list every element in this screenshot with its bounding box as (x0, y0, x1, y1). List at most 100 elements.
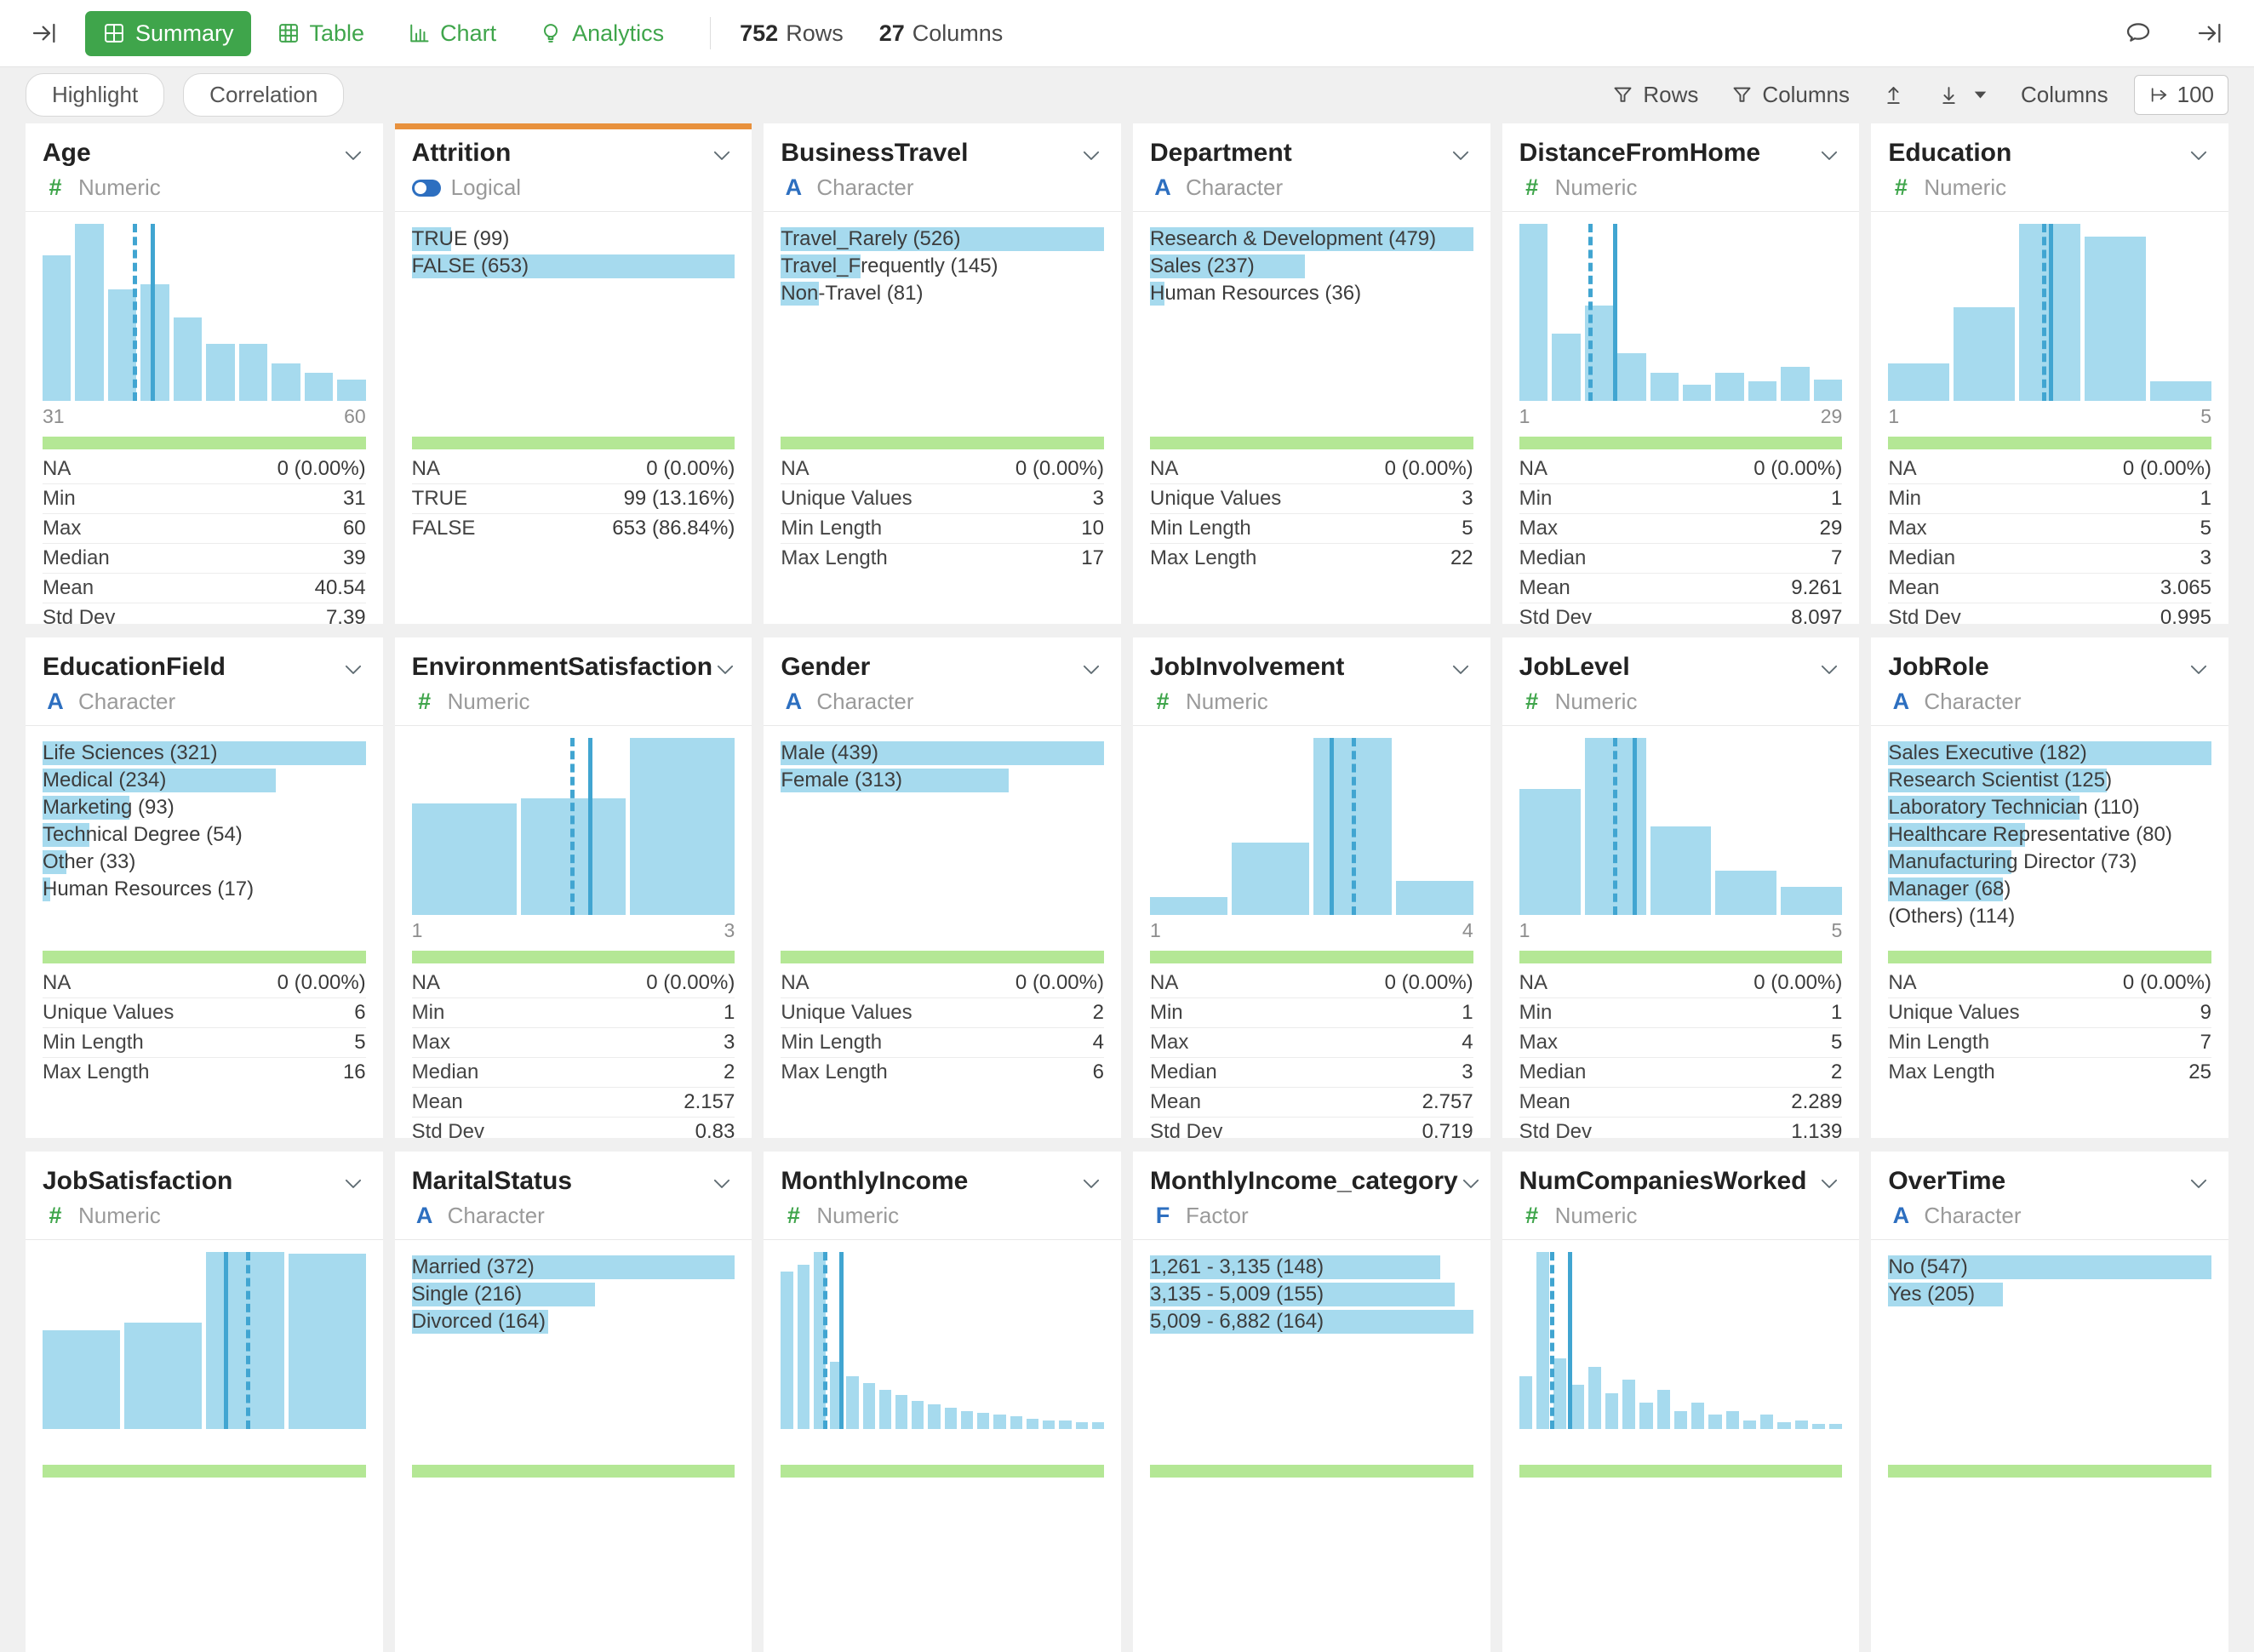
summary-subtoolbar: Highlight Correlation Rows Columns Colum… (0, 67, 2254, 122)
stat-row: Max4 (1150, 1028, 1473, 1058)
tab-analytics[interactable]: Analytics (522, 11, 681, 56)
column-card-jobsatisfaction[interactable]: JobSatisfaction#Numeric (26, 1152, 383, 1652)
chevron-down-icon[interactable] (709, 1170, 735, 1196)
numeric-type-icon: # (781, 1203, 806, 1229)
stat-value: 0 (0.00%) (1753, 457, 1842, 481)
collapse-right-panel-button[interactable] (2191, 14, 2228, 52)
column-card-overtime[interactable]: OverTimeACharacterNo (547)Yes (205) (1871, 1152, 2228, 1652)
category-row: Other (33) (43, 850, 366, 874)
category-label: Yes (205) (1888, 1283, 1975, 1306)
chevron-down-icon[interactable] (709, 142, 735, 168)
category-label: (Others) (114) (1888, 905, 2015, 929)
histogram-bar (895, 1395, 907, 1429)
category-row: Travel_Frequently (145) (781, 254, 1104, 278)
column-card-environmentsatisfaction[interactable]: EnvironmentSatisfaction#Numeric13NA0 (0.… (395, 637, 752, 1138)
category-list: No (547)Yes (205) (1888, 1255, 2211, 1306)
column-card-monthlyincome_category[interactable]: MonthlyIncome_categoryFFactor1,261 - 3,1… (1133, 1152, 1490, 1652)
histogram-bar (272, 363, 300, 401)
histogram-bar (1812, 1424, 1825, 1429)
stat-label: NA (781, 457, 809, 481)
column-card-attrition[interactable]: AttritionLogicalTRUE (99)FALSE (653)NA0 … (395, 123, 752, 624)
chevron-down-icon[interactable] (2186, 142, 2211, 168)
columns-limit-box[interactable]: 100 (2134, 75, 2228, 115)
valid-percent-bar (1150, 951, 1473, 963)
stat-label: Min Length (781, 1031, 882, 1055)
histogram-bar (337, 380, 365, 401)
column-card-gender[interactable]: GenderACharacterMale (439)Female (313)NA… (764, 637, 1121, 1138)
column-title: MonthlyIncome_category (1150, 1167, 1458, 1196)
stat-value: 16 (343, 1060, 366, 1084)
chevron-down-icon[interactable] (712, 656, 738, 682)
column-card-distancefromhome[interactable]: DistanceFromHome#Numeric129NA0 (0.00%)Mi… (1502, 123, 1860, 624)
stat-value: 1 (2200, 487, 2211, 511)
chevron-down-icon[interactable] (1448, 656, 1473, 682)
correlation-button[interactable]: Correlation (183, 73, 344, 117)
collapse-sidebar-button[interactable] (26, 14, 63, 52)
tab-chart[interactable]: Chart (390, 11, 513, 56)
column-title: NumCompaniesWorked (1519, 1167, 1807, 1196)
valid-percent-bar (781, 1465, 1104, 1478)
column-card-businesstravel[interactable]: BusinessTravelACharacterTravel_Rarely (5… (764, 123, 1121, 624)
chevron-down-icon[interactable] (340, 1170, 366, 1196)
stat-row: NA0 (0.00%) (1888, 969, 2211, 998)
histogram-bar (75, 224, 103, 401)
stat-value: 1 (724, 1001, 735, 1025)
stat-row: NA0 (0.00%) (1519, 454, 1843, 484)
filter-rows-button[interactable]: Rows (1608, 78, 1702, 111)
character-type-icon: A (781, 174, 806, 201)
column-card-monthlyincome[interactable]: MonthlyIncome#Numeric (764, 1152, 1121, 1652)
chevron-down-icon[interactable] (1816, 656, 1842, 682)
card-body: Male (439)Female (313) (781, 726, 1104, 942)
filter-columns-button[interactable]: Columns (1727, 78, 1853, 111)
column-card-joblevel[interactable]: JobLevel#Numeric15NA0 (0.00%)Min1Max5Med… (1502, 637, 1860, 1138)
tab-summary[interactable]: Summary (85, 11, 251, 56)
column-card-education[interactable]: Education#Numeric15NA0 (0.00%)Min1Max5Me… (1871, 123, 2228, 624)
chevron-down-icon[interactable] (1448, 142, 1473, 168)
histogram-bar (1092, 1422, 1104, 1429)
column-card-age[interactable]: Age#Numeric3160NA0 (0.00%)Min31Max60Medi… (26, 123, 383, 624)
highlight-button[interactable]: Highlight (26, 73, 164, 117)
stat-label: Min (1519, 1001, 1553, 1025)
median-line (570, 738, 575, 915)
tab-table[interactable]: Table (260, 11, 382, 56)
stat-label: Std Dev (1888, 606, 1960, 624)
stat-label: Median (43, 546, 110, 570)
histogram-bar (1570, 1385, 1583, 1429)
stat-label: FALSE (412, 517, 476, 540)
sort-asc-button[interactable] (1879, 80, 1908, 110)
category-row: 3,135 - 5,009 (155) (1150, 1283, 1473, 1306)
category-label: Life Sciences (321) (43, 741, 217, 765)
chevron-down-icon[interactable] (1816, 1170, 1842, 1196)
stat-row: Std Dev7.39 (43, 603, 366, 624)
chevron-down-icon[interactable] (340, 656, 366, 682)
histogram-bar (781, 1272, 792, 1429)
sort-desc-button[interactable] (1934, 80, 1995, 110)
card-header: JobRoleACharacter (1871, 649, 2228, 726)
comment-button[interactable] (2120, 14, 2157, 52)
column-title: Education (1888, 139, 2011, 168)
chevron-down-icon[interactable] (340, 142, 366, 168)
card-header: DepartmentACharacter (1133, 135, 1490, 212)
stat-row: NA0 (0.00%) (43, 969, 366, 998)
chevron-down-icon[interactable] (1078, 142, 1104, 168)
column-card-department[interactable]: DepartmentACharacterResearch & Developme… (1133, 123, 1490, 624)
column-card-jobinvolvement[interactable]: JobInvolvement#Numeric14NA0 (0.00%)Min1M… (1133, 637, 1490, 1138)
chevron-down-icon[interactable] (2186, 656, 2211, 682)
stat-value: 0 (0.00%) (1753, 971, 1842, 995)
stat-label: Max (1519, 517, 1558, 540)
stat-label: NA (1888, 457, 1916, 481)
category-row: Manager (68) (1888, 877, 2211, 901)
chevron-down-icon[interactable] (1078, 1170, 1104, 1196)
stat-value: 2 (724, 1060, 735, 1084)
column-card-maritalstatus[interactable]: MaritalStatusACharacterMarried (372)Sing… (395, 1152, 752, 1652)
column-card-educationfield[interactable]: EducationFieldACharacterLife Sciences (3… (26, 637, 383, 1138)
category-row: (Others) (114) (1888, 905, 2211, 929)
category-label: Marketing (93) (43, 796, 174, 820)
chevron-down-icon[interactable] (1816, 142, 1842, 168)
column-card-jobrole[interactable]: JobRoleACharacterSales Executive (182)Re… (1871, 637, 2228, 1138)
column-card-numcompaniesworked[interactable]: NumCompaniesWorked#Numeric (1502, 1152, 1860, 1652)
chevron-down-icon[interactable] (1078, 656, 1104, 682)
chevron-down-icon[interactable] (2186, 1170, 2211, 1196)
histogram-bar (412, 803, 517, 915)
chevron-down-icon[interactable] (1458, 1170, 1484, 1196)
